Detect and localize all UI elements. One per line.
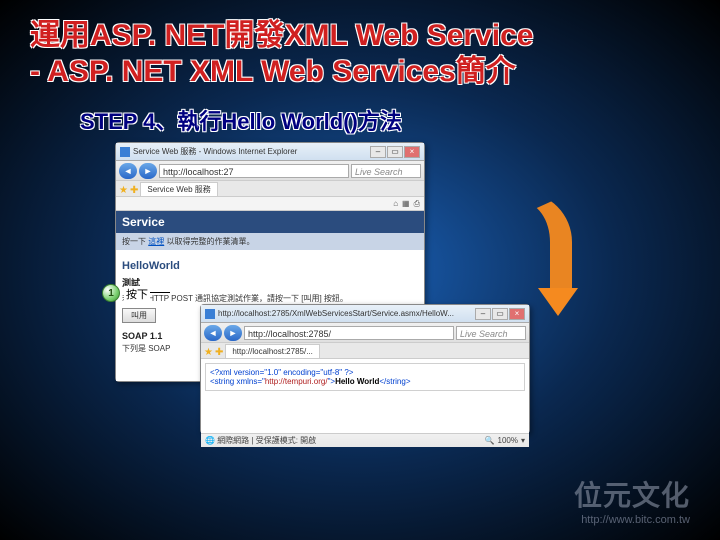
back-button[interactable]: ◄	[204, 325, 222, 341]
search-input[interactable]: Live Search	[351, 164, 421, 178]
curved-arrow-icon	[502, 192, 572, 322]
page-content: <?xml version="1.0" encoding="utf-8" ?> …	[201, 359, 529, 433]
forward-button[interactable]: ►	[139, 163, 157, 179]
window-title: Service Web 服務 - Windows Internet Explor…	[133, 146, 370, 157]
favorites-icon[interactable]: ★	[204, 347, 213, 358]
xml-output: <?xml version="1.0" encoding="utf-8" ?> …	[205, 363, 525, 391]
ie-icon	[205, 309, 215, 319]
browser-tab[interactable]: http://localhost:2785/...	[225, 344, 320, 358]
status-text: 🌐 網際網路 | 受保護模式: 開啟	[205, 435, 316, 446]
annotation-connector	[150, 292, 170, 293]
brand-name: 位元文化	[574, 474, 690, 514]
service-header: Service	[116, 211, 424, 233]
feeds-icon[interactable]: ▦	[402, 199, 410, 208]
xml-value: Hello World	[335, 377, 379, 386]
url-field[interactable]: http://localhost:2785/	[244, 326, 454, 340]
favorites-icon[interactable]: ★	[119, 185, 128, 196]
address-bar: ◄ ► http://localhost:27 Live Search	[116, 161, 424, 181]
service-subtext: 按一下 這裡 以取得完整的作業清單。	[116, 233, 424, 250]
minimize-button[interactable]: –	[370, 146, 386, 158]
brand-url: http://www.bitc.com.tw	[574, 514, 690, 526]
step-heading: STEP 4、執行Hello World()方法	[80, 104, 720, 136]
maximize-button[interactable]: ▭	[387, 146, 403, 158]
window-buttons: – ▭ ×	[475, 308, 525, 320]
close-button[interactable]: ×	[509, 308, 525, 320]
titlebar: Service Web 服務 - Windows Internet Explor…	[116, 143, 424, 161]
address-bar: ◄ ► http://localhost:2785/ Live Search	[201, 323, 529, 343]
ie-icon	[120, 147, 130, 157]
titlebar: http://localhost:2785/XmlWebServicesStar…	[201, 305, 529, 323]
browser-window-result: http://localhost:2785/XmlWebServicesStar…	[200, 304, 530, 434]
step-number-badge: 1	[102, 284, 120, 302]
url-field[interactable]: http://localhost:27	[159, 164, 349, 178]
xml-declaration: <?xml version="1.0" encoding="utf-8" ?>	[210, 368, 353, 377]
maximize-button[interactable]: ▭	[492, 308, 508, 320]
window-buttons: – ▭ ×	[370, 146, 420, 158]
print-icon[interactable]: ⎙	[414, 199, 420, 209]
minimize-button[interactable]: –	[475, 308, 491, 320]
method-name: HelloWorld	[122, 260, 418, 272]
test-label: 測試	[122, 276, 418, 289]
add-favorite-icon[interactable]: ✚	[215, 347, 223, 358]
add-favorite-icon[interactable]: ✚	[130, 185, 138, 196]
window-title: http://localhost:2785/XmlWebServicesStar…	[218, 309, 475, 318]
browser-tab[interactable]: Service Web 服務	[140, 182, 217, 196]
home-icon[interactable]: ⌂	[393, 199, 398, 208]
close-button[interactable]: ×	[404, 146, 420, 158]
title-line-1: 運用ASP. NET開發XML Web Service	[30, 18, 720, 54]
test-text: 若要以 HTTP POST 通訊協定測試作業，請按一下 [叫用] 按鈕。	[122, 293, 418, 304]
xml-namespace: http://tempuri.org/	[265, 377, 328, 386]
tab-bar: ★ ✚ Service Web 服務	[116, 181, 424, 197]
tab-bar: ★ ✚ http://localhost:2785/...	[201, 343, 529, 359]
screenshot-composite: Service Web 服務 - Windows Internet Explor…	[110, 142, 580, 452]
step-annotation-label: 按下	[124, 286, 150, 302]
here-link[interactable]: 這裡	[148, 237, 164, 246]
title-line-2: - ASP. NET XML Web Services簡介	[30, 54, 720, 90]
search-input[interactable]: Live Search	[456, 326, 526, 340]
forward-button[interactable]: ►	[224, 325, 242, 341]
footer-brand: 位元文化 http://www.bitc.com.tw	[574, 474, 690, 526]
back-button[interactable]: ◄	[119, 163, 137, 179]
zoom-control[interactable]: 🔍 100% ▾	[485, 436, 525, 445]
invoke-button[interactable]: 叫用	[122, 308, 156, 323]
status-bar: 🌐 網際網路 | 受保護模式: 開啟 🔍 100% ▾	[201, 433, 529, 447]
slide-title-block: 運用ASP. NET開發XML Web Service - ASP. NET X…	[0, 0, 720, 90]
command-bar: ⌂ ▦ ⎙	[116, 197, 424, 211]
